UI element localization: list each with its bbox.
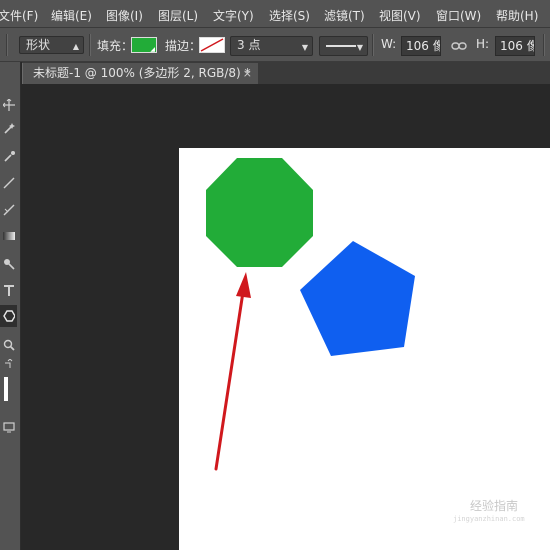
mode-select-value: 形状 (26, 38, 51, 52)
menu-view[interactable]: 视图(V) (379, 7, 421, 24)
menu-filter[interactable]: 滤镜(T) (324, 7, 365, 24)
tool-panel (0, 62, 21, 550)
document-tab-bar: 未标题-1 @ 100% (多边形 2, RGB/8) * × (22, 62, 550, 84)
menu-window[interactable]: 窗口(W) (436, 7, 481, 24)
options-separator (372, 34, 374, 56)
menu-edit[interactable]: 编辑(E) (51, 7, 92, 24)
polygon-tool-icon[interactable] (0, 305, 17, 327)
foreground-color-icon[interactable] (0, 374, 17, 404)
menu-bar: 文件(F) 编辑(E) 图像(I) 图层(L) 文字(Y) 选择(S) 滤镜(T… (0, 0, 550, 28)
document-tab[interactable]: 未标题-1 @ 100% (多边形 2, RGB/8) * × (22, 63, 258, 84)
width-field[interactable]: 106 像素 (401, 36, 441, 56)
menu-file[interactable]: 文件(F) (0, 7, 38, 24)
watermark-text: 经验指南 (470, 499, 519, 513)
history-brush-icon[interactable] (0, 199, 17, 221)
eyedropper-icon[interactable] (0, 145, 17, 167)
mode-select[interactable]: 形状 ▲ (19, 36, 84, 54)
type-tool-icon[interactable] (0, 280, 17, 302)
menu-type[interactable]: 文字(Y) (213, 7, 254, 24)
stroke-color-swatch[interactable] (199, 37, 225, 53)
updown-arrow-icon: ▲ (72, 42, 79, 51)
dropdown-corner-icon: ◢ (150, 46, 155, 53)
link-icon[interactable] (451, 41, 467, 51)
line-style-icon (326, 45, 356, 47)
screen-mode-icon[interactable] (0, 416, 17, 438)
height-label: H: (476, 37, 490, 51)
zoom-tool-icon[interactable] (0, 334, 17, 356)
stroke-width-field[interactable]: 3 点 ▼ (230, 36, 313, 56)
options-bar: 形状 ▲ 填充： ◢ 描边： 3 点 ▼ ▼ W: 106 像素 H: 106 … (0, 28, 550, 62)
move-tool-icon[interactable] (0, 94, 17, 116)
menu-help[interactable]: 帮助(H) (496, 7, 538, 24)
options-separator (543, 34, 545, 56)
stroke-style-select[interactable]: ▼ (319, 36, 368, 56)
close-icon[interactable]: × (243, 63, 252, 84)
green-octagon[interactable] (206, 158, 313, 267)
width-label: W: (381, 37, 397, 51)
options-separator (6, 34, 8, 56)
dodge-icon[interactable] (0, 253, 17, 275)
no-stroke-icon (200, 38, 224, 52)
menu-select[interactable]: 选择(S) (269, 7, 310, 24)
chevron-down-icon: ▼ (356, 43, 363, 52)
fill-color-swatch[interactable]: ◢ (131, 37, 157, 53)
stroke-width-value: 3 点 (237, 38, 261, 52)
fill-label: 填充： (97, 39, 134, 53)
width-value: 106 像素 (406, 39, 440, 53)
swap-colors-icon[interactable] (0, 357, 17, 371)
height-field[interactable]: 106 像素 (495, 36, 535, 56)
magic-wand-icon[interactable] (0, 118, 17, 140)
gradient-icon[interactable] (0, 225, 17, 247)
stroke-label: 描边： (165, 39, 202, 53)
brush-icon[interactable] (0, 172, 17, 194)
height-value: 106 像素 (500, 39, 534, 53)
options-separator (89, 34, 91, 56)
document-tab-title: 未标题-1 @ 100% (多边形 2, RGB/8) * (33, 66, 251, 80)
watermark-subtext: jingyanzhinan.com (453, 515, 525, 523)
chevron-down-icon: ▼ (301, 43, 308, 52)
menu-image[interactable]: 图像(I) (106, 7, 143, 24)
menu-layer[interactable]: 图层(L) (158, 7, 198, 24)
